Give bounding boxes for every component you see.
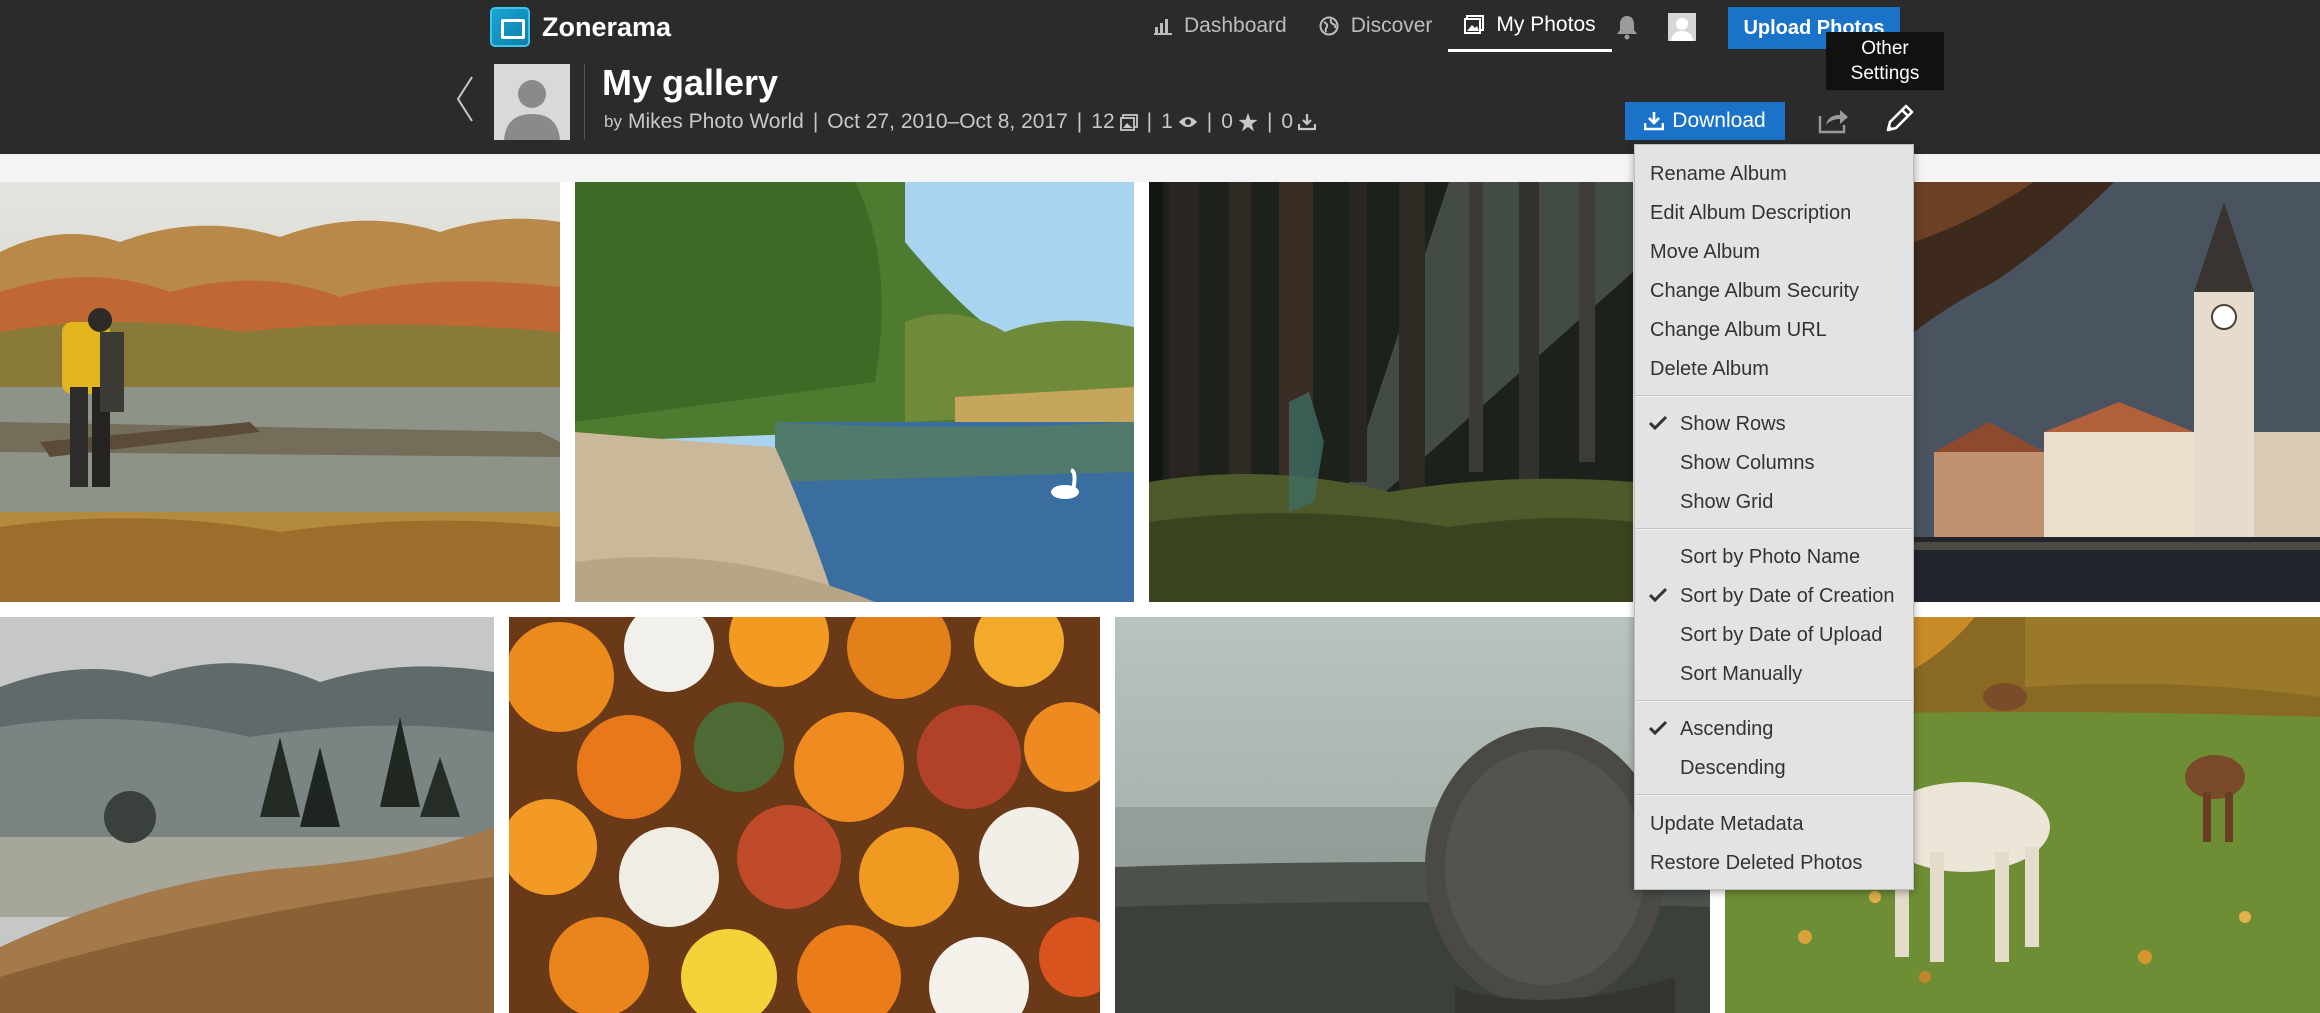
menu-change-album-security[interactable]: Change Album Security (1635, 273, 1913, 309)
nav-my-photos[interactable]: My Photos (1448, 0, 1612, 52)
zonerama-logo[interactable]: Zonerama (490, 6, 671, 48)
menu-edit-album-description[interactable]: Edit Album Description (1635, 195, 1913, 231)
album-title: My gallery (602, 62, 779, 103)
photo-image (1115, 617, 1710, 1013)
photo-dark-forest-sunbeams[interactable] (1149, 182, 1633, 602)
other-settings-menu: Rename Album Edit Album Description Move… (1634, 144, 1914, 890)
photos-count-icon (1119, 113, 1138, 131)
photo-image (509, 617, 1100, 1013)
menu-divider (1635, 395, 1913, 397)
star-icon (1238, 112, 1258, 131)
user-avatar[interactable] (1668, 13, 1696, 41)
photo-image (0, 617, 494, 1013)
menu-show-columns[interactable]: Show Columns (1635, 445, 1913, 481)
nav-discover-label: Discover (1350, 14, 1433, 37)
download-icon (1644, 112, 1665, 131)
nav-discover[interactable]: Discover (1303, 0, 1449, 52)
menu-sort-photo-name[interactable]: Sort by Photo Name (1635, 539, 1913, 575)
main-navigation: Dashboard Discover My Photos (1138, 0, 1612, 52)
other-settings-button[interactable] (1884, 102, 1916, 134)
menu-show-grid[interactable]: Show Grid (1635, 484, 1913, 520)
menu-show-rows[interactable]: Show Rows (1635, 406, 1913, 442)
tooltip-line-2: Settings (1850, 63, 1920, 84)
menu-divider (1635, 700, 1913, 702)
user-avatar-icon (1668, 13, 1696, 41)
header-divider (584, 64, 585, 140)
album-owner-link[interactable]: Mikes Photo World (628, 110, 804, 134)
zonerama-logo-icon (490, 7, 530, 47)
menu-restore-deleted-photos[interactable]: Restore Deleted Photos (1635, 845, 1913, 881)
photo-prague-water-tower[interactable] (1914, 182, 2320, 602)
back-chevron-icon[interactable] (452, 74, 478, 124)
share-icon (1818, 110, 1848, 134)
checkmark-icon (1649, 415, 1667, 431)
menu-change-album-url[interactable]: Change Album URL (1635, 312, 1913, 348)
globe-icon (1319, 16, 1339, 36)
avatar-placeholder-icon (494, 64, 570, 140)
menu-sort-date-upload[interactable]: Sort by Date of Upload (1635, 617, 1913, 653)
photos-icon (1464, 14, 1485, 34)
menu-divider (1635, 794, 1913, 796)
meta-separator: | (1206, 110, 1213, 133)
nav-dashboard-label: Dashboard (1184, 14, 1287, 37)
photos-count: 12 (1091, 110, 1115, 133)
meta-separator: | (812, 110, 819, 133)
album-meta: by Mikes Photo World | Oct 27, 2010–Oct … (604, 110, 1317, 134)
menu-show-rows-label: Show Rows (1680, 413, 1786, 435)
photo-pumpkins-and-gourds[interactable] (509, 617, 1100, 1013)
menu-rename-album[interactable]: Rename Album (1635, 156, 1913, 192)
notifications-button[interactable] (1611, 11, 1643, 43)
photo-hay-bale-in-fog[interactable] (1115, 617, 1710, 1013)
download-label: Download (1672, 109, 1766, 132)
menu-ascending[interactable]: Ascending (1635, 711, 1913, 747)
menu-sort-manually[interactable]: Sort Manually (1635, 656, 1913, 692)
download-button[interactable]: Download (1625, 102, 1785, 140)
download-count-icon (1298, 114, 1317, 131)
nav-my-photos-label: My Photos (1496, 12, 1596, 36)
gallery-top-strip (0, 154, 2320, 182)
album-owner-avatar[interactable] (494, 64, 570, 140)
photo-misty-mountain-meadow[interactable] (0, 617, 494, 1013)
chart-icon (1154, 19, 1172, 35)
photo-hiker-by-autumn-lake[interactable] (0, 182, 560, 602)
stars-count: 0 (1221, 110, 1233, 133)
checkmark-icon (1649, 720, 1667, 736)
other-settings-tooltip: Other Settings (1826, 32, 1944, 90)
tooltip-line-1: Other (1861, 38, 1909, 59)
views-count: 1 (1161, 110, 1173, 133)
photo-image (1914, 182, 2320, 602)
top-header: Zonerama Dashboard Discover My Photos Up… (0, 0, 2320, 154)
photo-image (575, 182, 1134, 602)
menu-descending[interactable]: Descending (1635, 750, 1913, 786)
downloads-count: 0 (1281, 110, 1294, 133)
meta-separator: | (1076, 110, 1083, 133)
share-button[interactable] (1818, 104, 1850, 136)
photo-image (1149, 182, 1633, 602)
menu-divider (1635, 528, 1913, 530)
eye-icon (1178, 117, 1197, 127)
menu-sort-date-creation-label: Sort by Date of Creation (1680, 585, 1895, 607)
photo-image (0, 182, 560, 602)
menu-update-metadata[interactable]: Update Metadata (1635, 806, 1913, 842)
menu-sort-date-creation[interactable]: Sort by Date of Creation (1635, 578, 1913, 614)
bell-icon (1617, 16, 1637, 40)
meta-separator: | (1146, 110, 1153, 133)
logo-text: Zonerama (542, 11, 672, 42)
checkmark-icon (1649, 587, 1667, 603)
nav-dashboard[interactable]: Dashboard (1138, 0, 1303, 52)
album-date-range: Oct 27, 2010–Oct 8, 2017 (827, 110, 1068, 133)
by-label: by (604, 112, 622, 131)
pencil-icon (1886, 104, 1914, 132)
menu-ascending-label: Ascending (1680, 718, 1774, 740)
meta-separator: | (1266, 110, 1273, 133)
menu-delete-album[interactable]: Delete Album (1635, 351, 1913, 387)
photo-river-beach-with-swan[interactable] (575, 182, 1134, 602)
menu-move-album[interactable]: Move Album (1635, 234, 1913, 270)
